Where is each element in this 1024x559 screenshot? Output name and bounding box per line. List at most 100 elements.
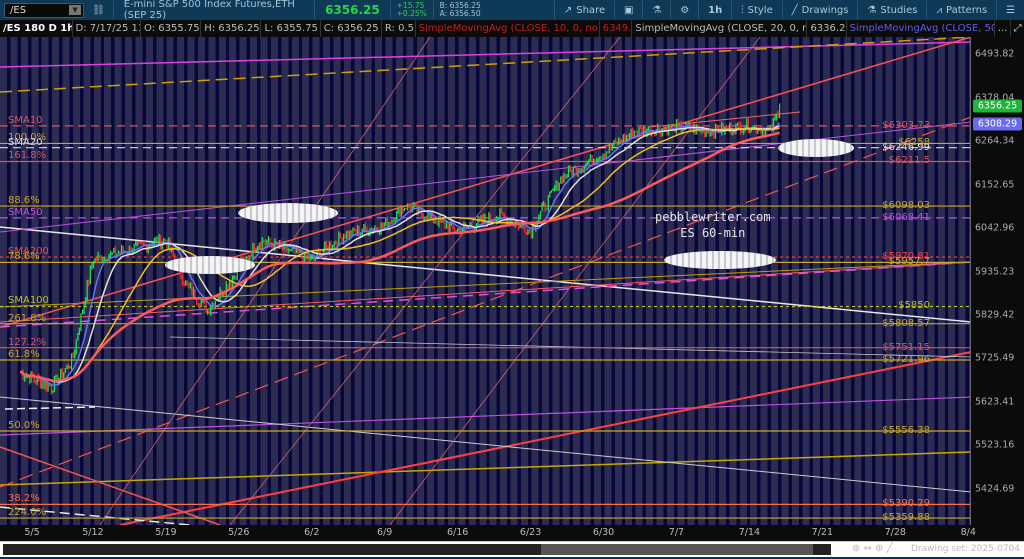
sma20-value: 6336.28 bbox=[807, 20, 847, 37]
date-tick: 6/2 bbox=[304, 527, 320, 538]
chart-svg bbox=[0, 37, 970, 525]
share-icon: ↗ bbox=[563, 4, 573, 16]
divider bbox=[112, 1, 114, 19]
link-icon[interactable]: ⛓ bbox=[92, 5, 105, 16]
level-name-label: 78.6% bbox=[8, 251, 40, 263]
menu-button[interactable]: ☰ bbox=[997, 0, 1024, 20]
price-levels bbox=[0, 125, 970, 519]
bar-high: H: 6356.25 bbox=[201, 20, 262, 37]
sma10-study-label[interactable]: SimpleMovingAvg (CLOSE, 10, 0, no) bbox=[416, 20, 600, 37]
moving-averages bbox=[19, 122, 781, 387]
price-tick: 5623.41 bbox=[975, 396, 1015, 408]
menu-icon: ☰ bbox=[1006, 4, 1016, 16]
date-tick: 6/23 bbox=[519, 527, 542, 538]
settings-button[interactable]: ⚙ bbox=[671, 0, 698, 20]
divider bbox=[314, 1, 316, 19]
level-name-label: SMA100 bbox=[8, 295, 49, 307]
level-name-label: SMA10 bbox=[8, 114, 43, 126]
level-name-label: 61.8% bbox=[8, 348, 40, 360]
interval-button[interactable]: 1h bbox=[699, 0, 731, 20]
bar-low: L: 6355.75 bbox=[261, 20, 321, 37]
level-name-label: 88.6% bbox=[8, 195, 40, 207]
level-name-label: SMA20 bbox=[8, 136, 43, 148]
ask: A: 6356.50 bbox=[439, 9, 481, 18]
level-name-label: 261.8% bbox=[8, 312, 47, 324]
expand-icon[interactable]: ⤢ bbox=[1011, 20, 1024, 37]
date-tick: 5/5 bbox=[24, 527, 40, 538]
price-tick: 5725.49 bbox=[975, 352, 1015, 364]
date-axis[interactable]: 5/5 5/12 5/19 5/26 6/2 6/9 6/16 6/23 6/30 7/7 7/14… bbox=[0, 525, 1024, 541]
share-button[interactable]: ↗ Share bbox=[555, 0, 614, 20]
scroll-track[interactable] bbox=[3, 544, 831, 555]
pencil-line-icon: ╱ bbox=[791, 4, 798, 16]
date-tick: 5/12 bbox=[82, 527, 104, 538]
candle-icon: ⫶ bbox=[741, 4, 744, 16]
drawing-set-label[interactable]: Drawing set: 2025-0704 bbox=[911, 544, 1020, 554]
info-bar: /ES 180 D 1h D: 7/17/25 11:00 PM O: 6355… bbox=[0, 20, 1024, 37]
style-button[interactable]: ⫶ Style bbox=[732, 0, 782, 20]
price-level-label: $6068.41 bbox=[882, 211, 930, 223]
level-name-label: 127.2% bbox=[8, 336, 47, 348]
trendline bbox=[0, 396, 970, 436]
date-tick: 5/26 bbox=[228, 527, 250, 538]
date-tick: 7/28 bbox=[884, 527, 906, 538]
alert-icon: ▣ bbox=[624, 4, 634, 16]
level-name-label: 38.2% bbox=[8, 493, 40, 505]
toolbar: /ES ▼ ⛓ E-mini S&P 500 Index Futures,ETH … bbox=[0, 0, 1024, 21]
scrollbar[interactable]: ⊕ ⇔ ⊕ ╱ Drawing set: 2025-0704 bbox=[0, 541, 1024, 557]
price-level-label: $5359.88 bbox=[882, 512, 930, 524]
price-level-label: $5850 bbox=[898, 300, 930, 312]
more-studies[interactable]: ... bbox=[995, 20, 1011, 37]
level-name-label: SMA50 bbox=[8, 206, 43, 218]
sma50-study-label[interactable]: SimpleMovingAvg (CLOSE, 50, 0, no) bbox=[847, 20, 995, 37]
alert-button[interactable]: ▣ bbox=[615, 0, 642, 20]
highlight-ellipse bbox=[664, 251, 776, 269]
price-level-label: $5721.96 bbox=[882, 353, 930, 365]
drawings-button[interactable]: ╱ Drawings bbox=[783, 0, 858, 20]
date-tick: 7/14 bbox=[738, 527, 761, 538]
share-label: Share bbox=[576, 4, 606, 16]
price-tick: 5424.69 bbox=[975, 483, 1015, 495]
price-axis[interactable]: 6493.82 6378.04 6264.34 6152.65 6042.96 5935.… bbox=[971, 37, 1024, 525]
interval-label: 1h bbox=[708, 4, 723, 16]
level-name-label: 224.0% bbox=[8, 507, 47, 519]
studies-button[interactable]: ⚗ Studies bbox=[858, 0, 926, 20]
pct-change: +0.25% bbox=[396, 9, 427, 18]
bar-range: R: 0.5 bbox=[382, 20, 416, 37]
chart-plot-area[interactable]: $6303.73 SMA10 $6258 100.0% $6246.99 SMA20 $62… bbox=[0, 37, 971, 525]
trendline bbox=[0, 396, 970, 493]
highlight-ellipse bbox=[778, 139, 854, 157]
scroll-thumb[interactable] bbox=[541, 544, 813, 555]
pattern-icon: ⩘ bbox=[936, 4, 942, 16]
symbol-selector[interactable]: /ES ▼ bbox=[4, 2, 85, 18]
watermark-timeframe: ES 60-min bbox=[680, 226, 746, 240]
trendline bbox=[99, 37, 431, 525]
price-level-label: $5957.7 bbox=[888, 256, 930, 268]
zoom-icon[interactable]: ⊕ ⇔ ⊕ ╱ bbox=[852, 543, 893, 554]
date-tick: 6/30 bbox=[592, 527, 615, 538]
trendline bbox=[4, 406, 96, 410]
level-name-label: 161.8% bbox=[8, 150, 47, 162]
flask-icon: ⚗ bbox=[867, 4, 877, 16]
divider bbox=[432, 1, 434, 19]
moving-average-sma20 bbox=[19, 125, 780, 383]
symbol-value: /ES bbox=[10, 4, 27, 16]
bar-close: C: 6356.25 bbox=[321, 20, 382, 37]
sma20-study-label[interactable]: SimpleMovingAvg (CLOSE, 20, 0, no) bbox=[632, 20, 808, 37]
price-tick: 6042.96 bbox=[975, 222, 1015, 234]
flask-button[interactable]: ⚗ bbox=[643, 0, 670, 20]
bar-date: D: 7/17/25 11:00 PM bbox=[73, 20, 141, 37]
trendline bbox=[389, 37, 761, 525]
patterns-button[interactable]: ⩘ Patterns bbox=[927, 0, 996, 20]
price-level-label: $6211.5 bbox=[888, 155, 930, 167]
chevron-down-icon[interactable]: ▼ bbox=[69, 5, 82, 15]
date-tick: 7/21 bbox=[811, 527, 833, 538]
bid-ask-block: B: 6356.25 A: 6356.50 bbox=[440, 2, 548, 18]
instrument-description: E-mini S&P 500 Index Futures,ETH (SEP 25… bbox=[123, 0, 295, 21]
drawings-label: Drawings bbox=[801, 4, 849, 16]
price-level-label: $6246.99 bbox=[882, 141, 930, 153]
change-block: +15.75 +0.25% bbox=[397, 2, 427, 18]
price-level-label: $6098.03 bbox=[882, 200, 930, 212]
trendline bbox=[119, 351, 970, 525]
date-tick: 6/16 bbox=[446, 527, 469, 538]
